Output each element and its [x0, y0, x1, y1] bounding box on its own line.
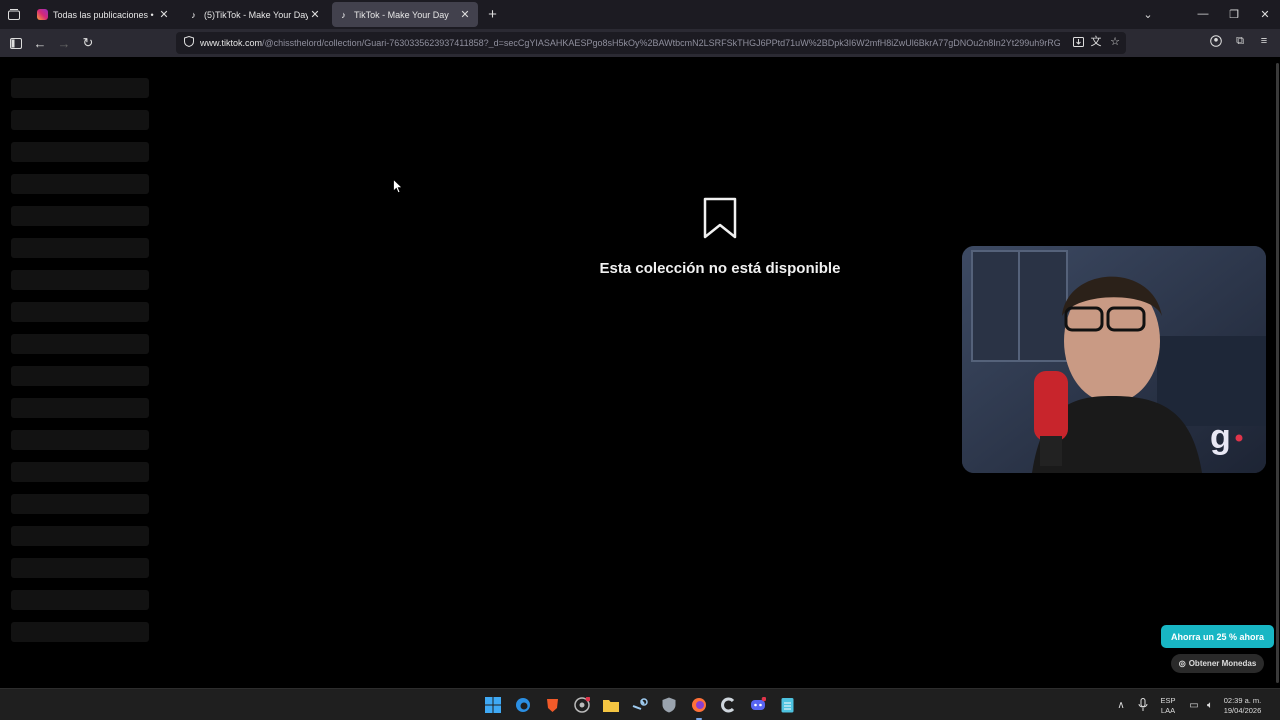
discord-icon[interactable]: [748, 695, 768, 715]
tray-chevron-up-icon[interactable]: ∧: [1111, 695, 1131, 715]
bookmark-star-icon[interactable]: ☆: [1107, 33, 1123, 49]
translate-icon[interactable]: 文: [1088, 33, 1104, 49]
skeleton-row: [11, 334, 149, 354]
tab-title: (5)TikTok - Make Your Day: [204, 9, 308, 20]
reload-icon[interactable]: ↻: [78, 33, 98, 53]
close-window-icon[interactable]: ✕: [1255, 4, 1275, 24]
tab-instagram[interactable]: Todas las publicaciones • Instagram ✕: [31, 2, 177, 27]
skeleton-row: [11, 526, 149, 546]
tiktok-icon: ♪: [341, 9, 346, 20]
get-coins-label: Obtener Monedas: [1188, 659, 1257, 668]
tiktok-icon: ♪: [191, 9, 196, 20]
security-shield-icon[interactable]: [659, 695, 679, 715]
language-code: ESP: [1160, 696, 1176, 705]
clock-time: 02:39 a. m.: [1223, 696, 1262, 705]
mouse-cursor-icon: [393, 179, 403, 194]
page-scrollbar[interactable]: [1276, 63, 1279, 683]
shield-icon[interactable]: [184, 34, 194, 52]
skeleton-row: [11, 110, 149, 130]
sidebar-toggle-icon[interactable]: [6, 33, 26, 53]
skeleton-row: [11, 270, 149, 290]
skeleton-row: [11, 78, 149, 98]
clock-date: 19/04/2026: [1223, 706, 1262, 715]
get-coins-button[interactable]: ◎ Obtener Monedas: [1171, 654, 1264, 673]
volume-icon[interactable]: 🔈︎: [1200, 695, 1220, 715]
webcam-overlay: g: [962, 246, 1266, 473]
coin-icon: ◎: [1178, 659, 1186, 668]
browser-tab-strip: Todas las publicaciones • Instagram ✕ ♪ …: [0, 0, 1280, 29]
bookmark-icon: [703, 197, 737, 239]
empty-collection-message: Esta colección no está disponible: [599, 260, 841, 277]
url-bar[interactable]: www.tiktok.com/@chissthelord/collection/…: [176, 32, 1126, 54]
close-icon[interactable]: ✕: [458, 8, 472, 22]
skeleton-row: [11, 430, 149, 450]
skeleton-row: [11, 174, 149, 194]
restore-icon[interactable]: ❐: [1224, 4, 1244, 24]
promo-button[interactable]: Ahorra un 25 % ahora: [1161, 625, 1274, 648]
skeleton-row: [11, 558, 149, 578]
skeleton-row: [11, 494, 149, 514]
windows-taskbar: ∧ ESP LAA ▭ 🔈︎ 02:39 a. m. 19/04/2026: [0, 688, 1280, 720]
minimize-icon[interactable]: —: [1193, 4, 1213, 24]
input-language[interactable]: ESP LAA: [1157, 696, 1179, 716]
menu-icon[interactable]: ≡: [1256, 33, 1272, 49]
brave-icon[interactable]: [542, 695, 562, 715]
microphone-icon[interactable]: [1133, 695, 1153, 715]
download-page-icon[interactable]: [1070, 33, 1086, 49]
clock[interactable]: 02:39 a. m. 19/04/2026: [1220, 696, 1265, 716]
url-domain: www.tiktok.com: [200, 38, 263, 48]
tab-title: TikTok - Make Your Day: [354, 9, 449, 20]
tab-title: Todas las publicaciones • Instagram: [53, 9, 157, 20]
skeleton-row: [11, 622, 149, 642]
page-content: Esta colección no está disponible g Ahor…: [0, 57, 1280, 688]
skeleton-row: [11, 142, 149, 162]
keyboard-layout: LAA: [1160, 706, 1176, 715]
windows-start-icon[interactable]: [483, 695, 503, 715]
webcam-image: g: [962, 246, 1266, 473]
skeleton-row: [11, 206, 149, 226]
account-icon[interactable]: [1208, 33, 1224, 49]
tab-tiktok-1[interactable]: ♪ (5)TikTok - Make Your Day ✕: [182, 2, 328, 27]
back-icon[interactable]: ←: [30, 33, 50, 53]
ccleaner-icon[interactable]: [718, 695, 738, 715]
close-icon[interactable]: ✕: [308, 8, 322, 22]
browser-navbar: ← → ↻ www.tiktok.com/@chissthelord/colle…: [0, 29, 1280, 57]
new-tab-button[interactable]: +: [484, 6, 501, 23]
forward-icon[interactable]: →: [54, 33, 74, 53]
chevron-down-icon[interactable]: ⌄: [1138, 4, 1158, 24]
skeleton-row: [11, 590, 149, 610]
extensions-icon[interactable]: ⧉: [1232, 33, 1248, 49]
tab-list-icon[interactable]: [4, 4, 24, 24]
notepad-icon[interactable]: [777, 695, 797, 715]
skeleton-row: [11, 302, 149, 322]
firefox-icon[interactable]: [689, 695, 709, 720]
skeleton-row: [11, 366, 149, 386]
steam-icon[interactable]: [630, 695, 650, 715]
url-text[interactable]: www.tiktok.com/@chissthelord/collection/…: [200, 38, 1060, 48]
tab-tiktok-active[interactable]: ♪ TikTok - Make Your Day ✕: [332, 2, 478, 27]
svg-text:g: g: [1210, 418, 1231, 456]
url-path: /@chissthelord/collection/Guari-76303356…: [262, 38, 1060, 48]
close-icon[interactable]: ✕: [157, 8, 171, 22]
skeleton-row: [11, 462, 149, 482]
instagram-icon: [37, 9, 48, 20]
file-explorer-icon[interactable]: [601, 695, 621, 715]
chromium-icon[interactable]: [572, 695, 592, 715]
edge-icon[interactable]: [513, 695, 533, 715]
skeleton-row: [11, 398, 149, 418]
skeleton-row: [11, 238, 149, 258]
